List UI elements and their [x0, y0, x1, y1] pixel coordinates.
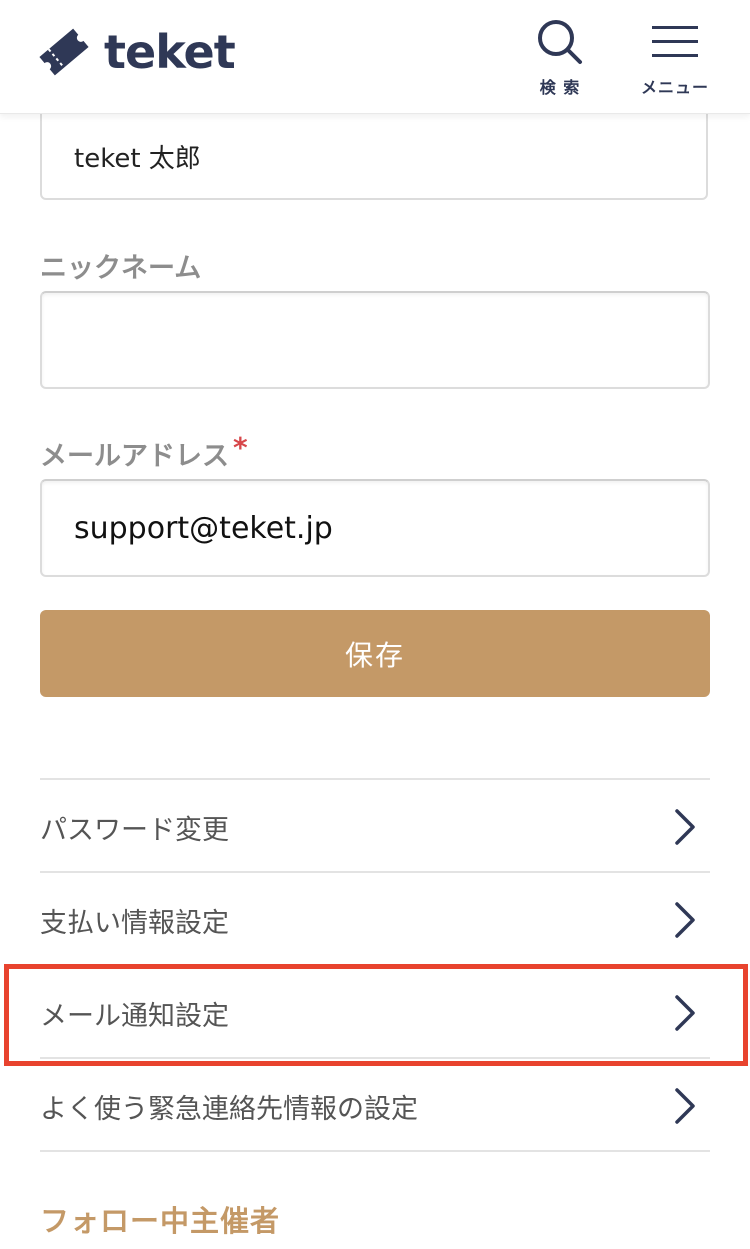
following-organizers-title: フォロー中主催者 [40, 1204, 281, 1238]
required-mark: * [233, 431, 248, 464]
chevron-right-icon [675, 902, 695, 938]
menu-button[interactable]: メニュー [636, 18, 714, 98]
name-field[interactable]: teket 太郎 [40, 100, 708, 200]
settings-item-label: 支払い情報設定 [40, 908, 229, 939]
menu-label: メニュー [640, 78, 709, 97]
email-field[interactable] [40, 479, 710, 577]
nickname-field[interactable] [40, 291, 710, 389]
hamburger-menu-icon [652, 26, 698, 57]
logo-text: teket [104, 25, 236, 79]
settings-item-label: よく使う緊急連絡先情報の設定 [40, 1094, 418, 1125]
save-button[interactable]: 保存 [40, 610, 710, 697]
settings-item-password[interactable]: パスワード変更 [40, 778, 710, 871]
settings-list: パスワード変更 支払い情報設定 メール通知設定 よく使う緊急連絡先情報の設定 [40, 778, 710, 1152]
chevron-right-icon [675, 995, 695, 1031]
chevron-right-icon [675, 809, 695, 845]
nickname-label: ニックネーム [40, 253, 202, 284]
search-label: 検 索 [539, 78, 581, 97]
app-header: teket 検 索 メニュー [0, 0, 750, 114]
settings-item-payment[interactable]: 支払い情報設定 [40, 871, 710, 964]
name-field-value: teket 太郎 [74, 144, 201, 174]
logo[interactable]: teket [32, 20, 236, 84]
search-button[interactable]: 検 索 [528, 18, 592, 98]
email-label-row: メールアドレス * [40, 431, 248, 473]
settings-item-email-notifications[interactable]: メール通知設定 [40, 964, 710, 1057]
settings-item-emergency-contact[interactable]: よく使う緊急連絡先情報の設定 [40, 1057, 710, 1152]
settings-item-label: メール通知設定 [40, 1001, 229, 1032]
chevron-right-icon [675, 1088, 695, 1124]
settings-item-label: パスワード変更 [40, 815, 229, 846]
email-label: メールアドレス [40, 441, 229, 472]
search-icon [538, 20, 582, 64]
ticket-icon [39, 28, 89, 76]
